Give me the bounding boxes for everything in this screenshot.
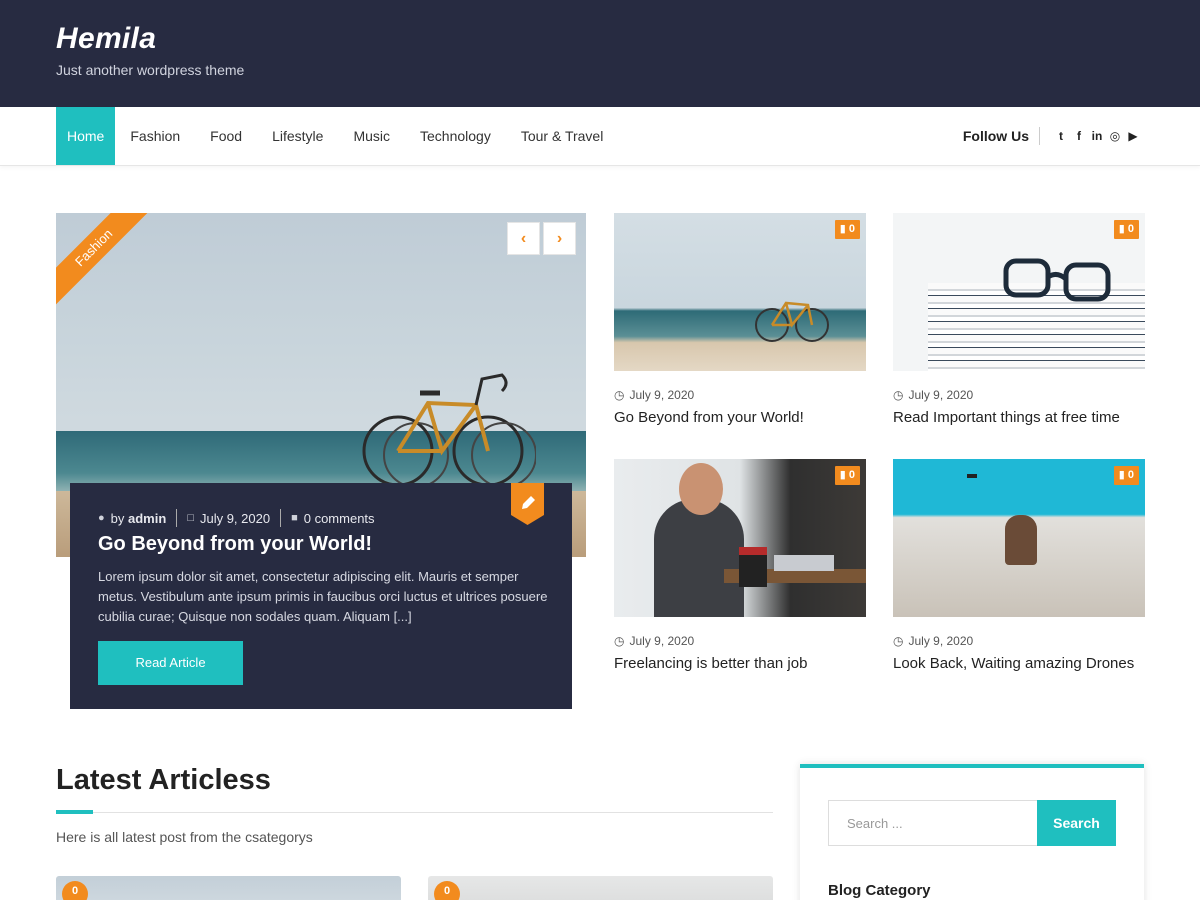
latest-post-card[interactable]: 0: [56, 876, 401, 900]
post-date: ◷ July 9, 2020: [893, 634, 974, 648]
author-name[interactable]: admin: [128, 511, 166, 526]
linkedin-icon[interactable]: in: [1088, 129, 1106, 143]
post-date: ◷ July 9, 2020: [893, 388, 974, 402]
post-thumbnail[interactable]: ▮ 0: [614, 213, 866, 371]
person-head-image: [679, 463, 723, 515]
follow-us: Follow Us t f in ◎ ▶: [963, 107, 1142, 165]
nav-item-music[interactable]: Music: [338, 107, 405, 165]
post-card[interactable]: ▮ 0 ◷ July 9, 2020 Freelancing is better …: [614, 459, 866, 672]
featured-comments[interactable]: 0 comments: [304, 511, 375, 526]
nav-item-home[interactable]: Home: [56, 107, 116, 165]
featured-excerpt: Lorem ipsum dolor sit amet, consectetur …: [98, 569, 548, 624]
post-card[interactable]: ▮ 0 ◷ July 9, 2020 Read Important things …: [893, 213, 1145, 426]
person-image: [654, 499, 744, 617]
person-image: [1005, 515, 1037, 565]
cup-image: [739, 547, 767, 587]
section-accent-bar: [56, 810, 93, 814]
post-thumbnail[interactable]: ▮ 0: [893, 213, 1145, 371]
post-title[interactable]: Look Back, Waiting amazing Drones: [893, 655, 1145, 672]
latest-post-card[interactable]: 0: [428, 876, 773, 900]
post-title[interactable]: Go Beyond from your World!: [614, 409, 866, 426]
post-card[interactable]: ▮ 0 ◷ July 9, 2020 Look Back, Waiting ama…: [893, 459, 1145, 672]
pencil-icon[interactable]: [511, 483, 544, 525]
slider-next-button[interactable]: ›: [543, 222, 576, 255]
category-ribbon[interactable]: Fashion: [56, 213, 156, 313]
post-thumbnail[interactable]: ▮ 0: [893, 459, 1145, 617]
sidebar-widget: Search Blog Category: [800, 764, 1144, 900]
site-tagline: Just another wordpress theme: [56, 62, 245, 78]
latest-section-subtitle: Here is all latest post from the csatego…: [56, 829, 313, 845]
comment-count-badge[interactable]: ▮ 0: [1113, 466, 1139, 485]
section-divider: [56, 812, 773, 813]
site-header: Hemila Just another wordpress theme: [0, 0, 1200, 107]
user-icon: ●: [98, 512, 105, 524]
nav-item-food[interactable]: Food: [195, 107, 257, 165]
clock-icon: ◷: [893, 634, 904, 648]
comment-count-badge[interactable]: ▮ 0: [834, 220, 860, 239]
search-input[interactable]: [828, 800, 1037, 846]
bicycle-image: [362, 373, 536, 488]
blog-category-heading: Blog Category: [828, 882, 931, 899]
laptop-image: [774, 555, 834, 571]
nav-item-lifestyle[interactable]: Lifestyle: [257, 107, 338, 165]
twitter-icon[interactable]: t: [1052, 129, 1070, 143]
clock-icon: ◷: [614, 388, 625, 402]
bicycle-image: [755, 301, 829, 342]
comment-count-badge[interactable]: ▮ 0: [834, 466, 860, 485]
comment-count-badge[interactable]: 0: [62, 881, 88, 900]
meta-divider: [280, 509, 282, 527]
post-card[interactable]: ▮ 0 ◷ July 9, 2020 Go Beyond from your Wo…: [614, 213, 866, 426]
post-date: ◷ July 9, 2020: [614, 388, 695, 402]
glasses-image: [1003, 258, 1111, 302]
nav-item-tour-travel[interactable]: Tour & Travel: [506, 107, 618, 165]
dribbble-icon[interactable]: ◎: [1106, 129, 1124, 143]
latest-section-title: Latest Articless: [56, 764, 271, 796]
featured-date: July 9, 2020: [199, 510, 271, 526]
nav-menu: Home Fashion Food Lifestyle Music Techno…: [56, 107, 618, 165]
post-date: ◷ July 9, 2020: [614, 634, 695, 648]
drone-image: [967, 474, 977, 478]
calendar-icon: □: [187, 512, 194, 524]
search-button[interactable]: Search: [1037, 800, 1116, 846]
featured-article-card: ● by admin □ July 9, 2020 ■ 0 comments G…: [70, 483, 572, 709]
youtube-icon[interactable]: ▶: [1124, 129, 1142, 143]
nav-item-technology[interactable]: Technology: [405, 107, 506, 165]
site-title[interactable]: Hemila: [56, 22, 156, 56]
clock-icon: ◷: [893, 388, 904, 402]
post-title[interactable]: Read Important things at free time: [893, 409, 1145, 426]
slider-prev-button[interactable]: ‹: [507, 222, 540, 255]
author-prefix: by: [110, 510, 125, 526]
featured-title[interactable]: Go Beyond from your World!: [98, 533, 372, 556]
post-title[interactable]: Freelancing is better than job: [614, 655, 866, 672]
comment-count-badge[interactable]: ▮ 0: [1113, 220, 1139, 239]
category-ribbon-label[interactable]: Fashion: [56, 213, 153, 307]
featured-meta: ● by admin □ July 9, 2020 ■ 0 comments: [98, 509, 375, 527]
comment-count-badge[interactable]: 0: [434, 881, 460, 900]
comments-icon: ■: [291, 512, 298, 524]
facebook-icon[interactable]: f: [1070, 129, 1088, 143]
read-article-button[interactable]: Read Article: [98, 641, 243, 685]
clock-icon: ◷: [614, 634, 625, 648]
meta-divider: [176, 509, 178, 527]
post-thumbnail[interactable]: ▮ 0: [614, 459, 866, 617]
main-navigation: Home Fashion Food Lifestyle Music Techno…: [0, 107, 1200, 166]
nav-item-fashion[interactable]: Fashion: [115, 107, 195, 165]
follow-us-label: Follow Us: [963, 127, 1040, 145]
